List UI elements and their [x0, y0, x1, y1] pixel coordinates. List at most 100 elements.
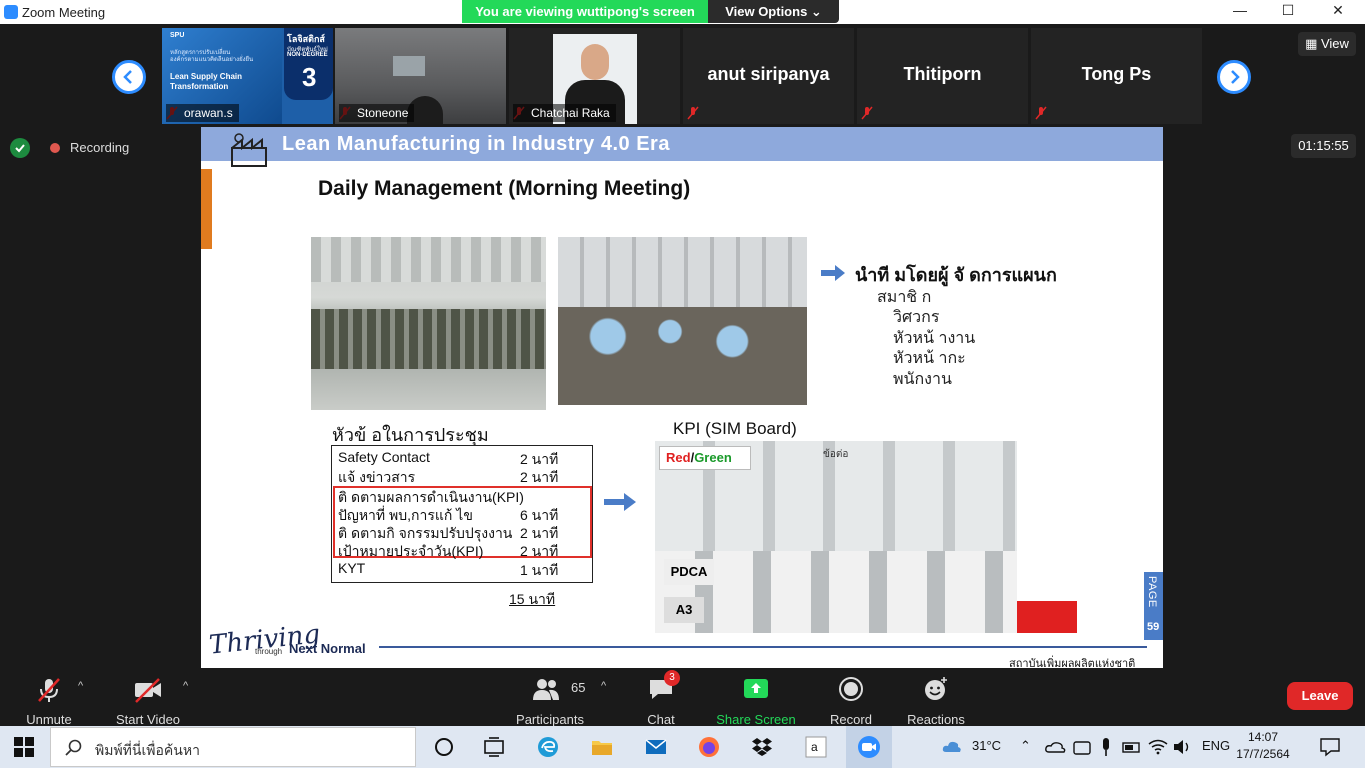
- non-degree-badge: โลจิสติกส์ บัณฑิตพันธุ์ใหม่ NON-DEGREE 3: [284, 28, 333, 100]
- grid-icon: ▦: [1305, 36, 1321, 51]
- muted-mic-icon: [1035, 106, 1047, 120]
- meeting-controls-bar: Unmute ^ Start Video ^ 65 Participants ^…: [0, 668, 1365, 727]
- volume-icon[interactable]: [1170, 735, 1194, 759]
- zoom-taskbar-active[interactable]: [846, 726, 892, 768]
- participant-name: anut siripanya: [707, 64, 830, 84]
- slide-header-title: Lean Manufacturing in Industry 4.0 Era: [282, 133, 670, 155]
- close-button[interactable]: ✕: [1315, 2, 1361, 22]
- window-title: Zoom Meeting: [22, 5, 106, 20]
- agenda-row: Safety Contact 2 นาที: [338, 449, 559, 467]
- leave-button[interactable]: Leave: [1287, 682, 1353, 710]
- agenda-table: Safety Contact 2 นาที แจ้ งข่าวสาร 2 นาที …: [331, 445, 593, 583]
- file-explorer-icon[interactable]: [590, 735, 614, 759]
- meet-now-icon[interactable]: [1070, 735, 1094, 759]
- smiley-icon: [923, 676, 949, 704]
- zoom-app-icon: [4, 5, 18, 19]
- participants-button[interactable]: 65 Participants: [510, 676, 590, 727]
- participant-tile-anut[interactable]: anut siripanya: [683, 28, 854, 124]
- share-screen-button[interactable]: Share Screen: [714, 676, 798, 727]
- edge-browser-icon[interactable]: [536, 735, 560, 759]
- search-placeholder: พิมพ์ที่นี่เพื่อค้นหา: [95, 742, 200, 758]
- cortana-icon[interactable]: [432, 735, 456, 759]
- participant-tile-thitiporn[interactable]: Thitiporn: [857, 28, 1028, 124]
- red-corner-accent: [1017, 601, 1077, 633]
- chat-badge: 3: [664, 670, 680, 686]
- taskbar-search-box[interactable]: พิมพ์ที่นี่เพื่อค้นหา: [50, 727, 416, 767]
- start-video-button[interactable]: Start Video: [110, 676, 186, 727]
- orange-accent-bar: [201, 169, 212, 249]
- participant-tile-stoneone[interactable]: Stoneone: [335, 28, 506, 124]
- battery-icon[interactable]: [1120, 735, 1144, 759]
- mail-icon[interactable]: [644, 735, 668, 759]
- next-normal-text: Next Normal: [289, 641, 366, 656]
- meeting-timer: 01:15:55: [1291, 134, 1356, 158]
- zoom-icon: [858, 736, 880, 758]
- factory-icon: [231, 133, 267, 167]
- muted-mic-icon: [687, 106, 699, 120]
- muted-mic-icon: [35, 676, 63, 704]
- windows-taskbar: พิมพ์ที่นี่เพื่อค้นหา a 31°C ⌃ ENG 14:07…: [0, 726, 1365, 768]
- audio-options-caret[interactable]: ^: [78, 680, 83, 692]
- input-language[interactable]: ENG: [1202, 738, 1230, 753]
- gallery-next-button[interactable]: [1217, 60, 1251, 94]
- unmute-button[interactable]: Unmute: [18, 676, 80, 727]
- participants-icon: 65: [515, 676, 585, 704]
- muted-mic-icon: [861, 106, 873, 120]
- share-screen-icon: [743, 676, 769, 704]
- microphone-icon[interactable]: [1094, 735, 1118, 759]
- shared-screen-slide: Lean Manufacturing in Industry 4.0 Era D…: [201, 127, 1163, 668]
- search-icon: [65, 739, 82, 756]
- recording-dot-icon: [50, 143, 60, 153]
- task-view-icon[interactable]: [482, 735, 506, 759]
- video-off-icon: [133, 676, 163, 704]
- arrow-right-icon: [604, 493, 636, 511]
- participant-tile-chatchai[interactable]: Chatchai Raka: [509, 28, 680, 124]
- notifications-icon[interactable]: [1318, 735, 1342, 759]
- agenda-total: 15 นาที: [509, 591, 556, 607]
- reactions-button[interactable]: Reactions: [904, 676, 968, 727]
- participant-tile-orawan[interactable]: SPU หลักสูตรการปรับเปลี่ยน องค์กรตามแนวค…: [162, 28, 333, 124]
- footer-line: [379, 646, 1147, 648]
- page-number-tag: PAGE 59: [1144, 572, 1163, 640]
- agenda-row: แจ้ งข่าวสาร 2 นาที: [338, 469, 559, 485]
- red-green-label: Red/Green: [659, 446, 751, 470]
- shield-icon: [10, 138, 30, 158]
- through-text: through: [255, 647, 283, 656]
- view-layout-button[interactable]: ▦ View: [1298, 32, 1356, 56]
- minimize-button[interactable]: —: [1217, 2, 1263, 22]
- participant-tile-tong[interactable]: Tong Ps: [1031, 28, 1202, 124]
- weather-temp[interactable]: 31°C: [972, 738, 1001, 753]
- weather-cloud-icon[interactable]: [940, 735, 964, 759]
- factory-meeting-photo: [311, 237, 546, 410]
- participant-name: orawan.s: [166, 104, 239, 122]
- maximize-button[interactable]: ☐: [1265, 2, 1311, 22]
- record-button[interactable]: Record: [824, 676, 878, 727]
- chevron-right-icon: [1231, 70, 1240, 84]
- participant-name: Stoneone: [339, 104, 415, 122]
- record-icon: [838, 676, 864, 704]
- video-gallery-strip: SPU หลักสูตรการปรับเปลี่ยน องค์กรตามแนวค…: [0, 24, 1365, 126]
- chat-button[interactable]: 3 Chat: [636, 670, 686, 727]
- pdca-label: PDCA: [664, 559, 714, 585]
- recording-label: Recording: [70, 140, 130, 155]
- participant-name: Chatchai Raka: [513, 104, 616, 122]
- participants-options-caret[interactable]: ^: [601, 680, 606, 692]
- banner-line-2: องค์กรตามแนวคิดลีนอย่างยั่งยืน: [170, 57, 254, 63]
- view-options-button[interactable]: View Options ⌄: [708, 0, 839, 23]
- taskbar-clock[interactable]: 14:07 17/7/2564: [1236, 729, 1290, 763]
- video-options-caret[interactable]: ^: [183, 680, 188, 692]
- svg-text:a: a: [811, 740, 818, 754]
- firefox-icon[interactable]: [697, 735, 721, 759]
- dropbox-icon[interactable]: [750, 735, 774, 759]
- participant-name: Thitiporn: [903, 64, 982, 84]
- arrow-right-icon: [821, 265, 845, 281]
- wifi-icon[interactable]: [1146, 735, 1170, 759]
- spu-logo: SPU: [170, 32, 185, 39]
- gallery-prev-button[interactable]: [112, 60, 146, 94]
- onedrive-icon[interactable]: [1044, 735, 1068, 759]
- chevron-up-icon[interactable]: ⌃: [1020, 738, 1031, 754]
- windows-start-icon[interactable]: [14, 737, 34, 757]
- viewing-screen-banner: You are viewing wuttipong's screen: [462, 0, 708, 23]
- amazon-icon[interactable]: a: [804, 735, 828, 759]
- agenda-row: KYT 1 นาที: [338, 560, 559, 578]
